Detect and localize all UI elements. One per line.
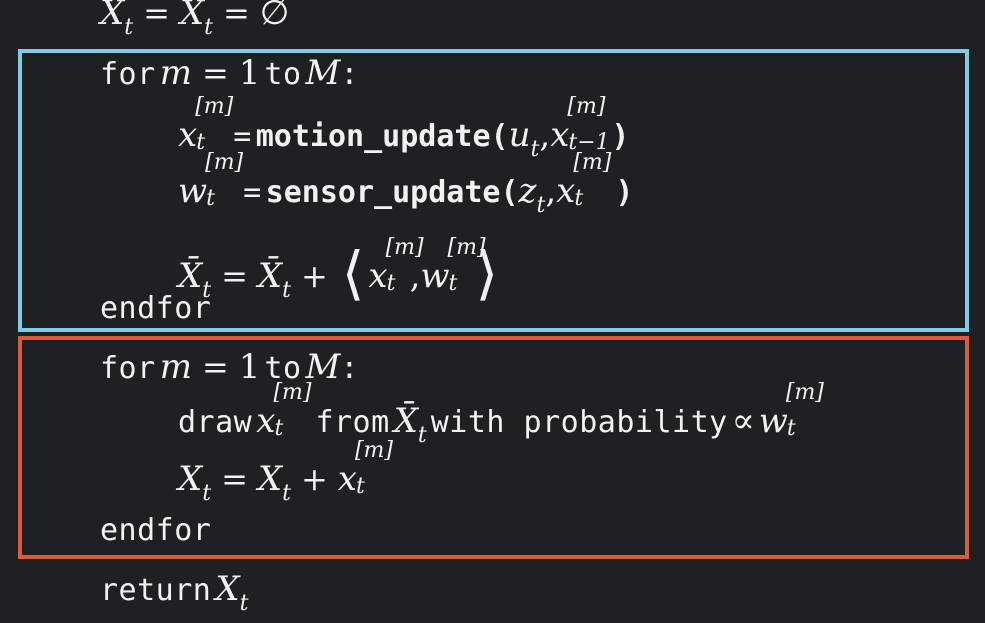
resample-set-update-line: Xt = Xt + x [m] t — [178, 438, 393, 506]
init-eq-2: = — [222, 0, 250, 32]
init-mid: X — [179, 0, 205, 33]
for-keyword: for — [100, 351, 156, 386]
temp-set: X̄ — [178, 256, 203, 296]
init-line: Xt = Xt = ∅ — [100, 0, 290, 39]
draw-line: draw x [m] t from X̄t with probability ∝ w… — [178, 380, 824, 448]
init-lhs: X — [100, 0, 125, 33]
left-angle: ⟨ — [341, 239, 365, 307]
loop-var: m — [159, 347, 192, 387]
from-keyword: from — [315, 405, 390, 440]
loop1-header: for m = 1 to M: — [100, 53, 359, 93]
motion-update-line: x [m] t = motion_update(ut,x [m] t−1) — [178, 94, 630, 162]
particle-state: x [m] t — [178, 94, 234, 155]
return-keyword: return — [100, 573, 212, 608]
loop2-header: for m = 1 to M: — [100, 347, 359, 387]
init-eq-1: = — [143, 0, 170, 32]
loop2-endfor: endfor — [100, 513, 212, 548]
loop-var: m — [159, 53, 192, 93]
return-var: X — [215, 569, 240, 609]
motion-update-fn: motion_update( — [255, 119, 509, 154]
loop-end: M — [305, 53, 341, 93]
draw-keyword: draw — [178, 405, 253, 440]
proportional-symbol: ∝ — [731, 401, 755, 441]
sensor-update-line: w [m] t = sensor_update(zt,x [m] t) — [178, 150, 634, 218]
to-keyword: to — [264, 57, 302, 92]
loop-start: 1 — [238, 53, 261, 93]
particle-weight: w [m] t — [178, 150, 244, 211]
with-probability-keyword: with probability — [430, 405, 728, 440]
for-keyword: for — [100, 57, 156, 92]
right-angle: ⟩ — [475, 239, 499, 307]
loop-start: 1 — [238, 347, 261, 387]
empty-set: ∅ — [259, 0, 290, 33]
return-line: return Xt — [100, 569, 249, 616]
sensor-update-fn: sensor_update( — [265, 175, 519, 210]
particle-set-update-line: X̄t = X̄t + ⟨ x [m] t ,w [m] t ⟩ — [178, 237, 502, 303]
loop1-endfor: endfor — [100, 291, 212, 326]
